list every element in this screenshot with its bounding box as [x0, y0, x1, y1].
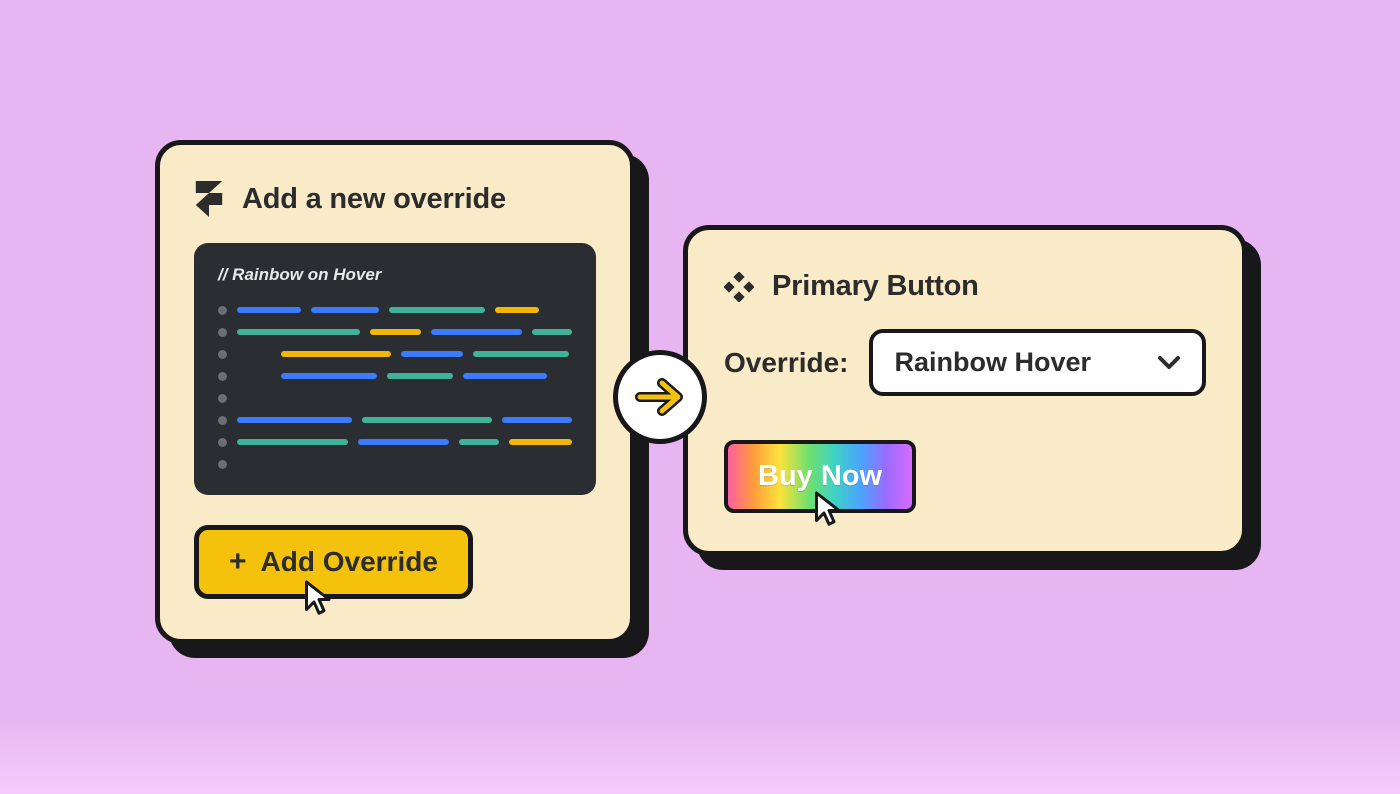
card-header: Primary Button — [724, 270, 1206, 303]
plus-icon: + — [229, 547, 247, 577]
primary-button-card: Primary Button Override: Rainbow Hover B… — [683, 225, 1247, 556]
code-line — [218, 299, 572, 321]
cursor-icon — [304, 579, 334, 615]
add-override-label: Add Override — [261, 546, 438, 578]
card-title: Primary Button — [772, 270, 979, 303]
add-override-card: Add a new override // Rainbow on Hover +… — [155, 140, 635, 644]
component-icon — [724, 272, 754, 302]
buy-now-label: Buy Now — [758, 460, 882, 492]
override-label: Override: — [724, 347, 849, 379]
code-line — [218, 321, 572, 343]
code-line — [218, 431, 572, 453]
code-line — [218, 365, 572, 387]
arrow-right-icon — [634, 377, 686, 417]
override-select[interactable]: Rainbow Hover — [869, 329, 1207, 396]
framer-icon — [194, 181, 224, 217]
override-select-value: Rainbow Hover — [895, 347, 1092, 378]
arrow-right-badge — [613, 350, 707, 444]
cursor-icon — [814, 490, 844, 526]
card-title: Add a new override — [242, 183, 506, 216]
code-line — [218, 453, 572, 475]
override-row: Override: Rainbow Hover — [724, 329, 1206, 396]
code-block: // Rainbow on Hover — [194, 243, 596, 495]
card-header: Add a new override — [194, 181, 596, 217]
code-line — [218, 387, 572, 409]
code-comment: // Rainbow on Hover — [218, 265, 572, 285]
code-line — [218, 343, 572, 365]
chevron-down-icon — [1158, 356, 1180, 370]
code-line — [218, 409, 572, 431]
